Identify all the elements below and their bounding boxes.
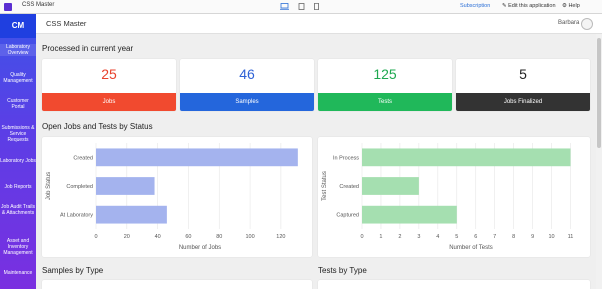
x-tick-label: 8	[512, 234, 515, 240]
sidebar-item-job-reports[interactable]: Job Reports	[0, 184, 36, 190]
x-tick-label: 7	[493, 234, 496, 240]
help-button[interactable]: ⚙ Help	[562, 3, 580, 9]
kpi-card-samples[interactable]: 46 Samples	[180, 59, 314, 111]
y-tick-label: Created	[73, 155, 93, 161]
bar[interactable]	[96, 177, 155, 195]
x-tick-label: 3	[417, 234, 420, 240]
x-tick-label: 4	[436, 234, 439, 240]
y-tick-label: In Process	[333, 155, 359, 161]
sidebar-item-quality-management[interactable]: Quality Management	[0, 72, 36, 84]
kpi-label: Jobs Finalized	[456, 93, 590, 111]
user-name[interactable]: Barbara	[558, 20, 579, 26]
x-tick-label: 9	[531, 234, 534, 240]
kpi-value: 25	[101, 66, 117, 82]
x-tick-label: 20	[124, 234, 130, 240]
kpi-card-jobs-finalized[interactable]: 5 Jobs Finalized	[456, 59, 590, 111]
section-title-processed: Processed in current year	[42, 44, 134, 53]
mobile-view-icon[interactable]	[312, 3, 321, 10]
x-tick-label: 120	[276, 234, 285, 240]
kpi-label: Tests	[318, 93, 452, 111]
subscription-link[interactable]: Subscription	[460, 3, 490, 9]
jobs-status-chart: 0 20 40 60 80 100 120 Created Completed At Labora…	[46, 143, 298, 251]
sidebar-item-asset-inventory[interactable]: Asset and Inventory Management	[0, 238, 36, 256]
section-title-tests-by-type: Tests by Type	[318, 266, 367, 275]
x-tick-label: 0	[94, 234, 97, 240]
section-title-open-jobs: Open Jobs and Tests by Status	[42, 122, 153, 131]
sidebar-item-laboratory-jobs[interactable]: Laboratory Jobs	[0, 158, 36, 164]
vertical-scrollbar[interactable]	[596, 34, 602, 289]
sidebar: CM Laboratory Overview Quality Managemen…	[0, 14, 36, 289]
x-tick-label: 11	[568, 234, 574, 240]
tablet-view-icon[interactable]	[297, 3, 306, 10]
x-tick-label: 80	[216, 234, 222, 240]
kpi-card-jobs[interactable]: 25 Jobs	[42, 59, 176, 111]
sidebar-item-submissions[interactable]: Submissions & Service Requests	[0, 125, 36, 143]
sidebar-item-maintenance[interactable]: Maintenance	[0, 270, 36, 276]
bar[interactable]	[362, 205, 457, 224]
kpi-value: 46	[239, 66, 255, 82]
sidebar-item-customer-portal[interactable]: Customer Portal	[0, 98, 36, 110]
chart-card-jobs: 0 20 40 60 80 100 120 Created Completed At Labora…	[42, 137, 312, 257]
bar[interactable]	[362, 148, 571, 167]
x-tick-label: 60	[185, 234, 191, 240]
app-name: CSS Master	[22, 2, 55, 8]
tests-status-chart: 0 1 2 3 4 5 6 7 8 9 10 11 In Process Created Captured N…	[322, 143, 574, 251]
page-title: CSS Master	[46, 19, 87, 28]
chart-card-tests: 0 1 2 3 4 5 6 7 8 9 10 11 In Process Created Captured N…	[318, 137, 590, 257]
scrollbar-thumb[interactable]	[597, 38, 601, 148]
y-tick-label: Completed	[66, 184, 93, 190]
window-topbar: CSS Master Subscription ✎ Edit this appl…	[0, 0, 602, 14]
y-tick-label: Created	[339, 184, 359, 190]
laptop-view-icon[interactable]	[280, 3, 289, 10]
samples-by-type-card	[42, 280, 312, 289]
x-axis-label: Number of Tests	[449, 245, 493, 251]
x-tick-label: 2	[398, 234, 401, 240]
x-tick-label: 0	[360, 234, 363, 240]
app-icon	[4, 3, 12, 11]
y-tick-label: Captured	[336, 213, 359, 219]
kpi-label: Jobs	[42, 93, 176, 111]
x-axis-label: Number of Jobs	[179, 245, 221, 251]
tests-by-type-card	[318, 280, 590, 289]
kpi-card-tests[interactable]: 125 Tests	[318, 59, 452, 111]
bar[interactable]	[96, 205, 167, 224]
x-tick-label: 5	[455, 234, 458, 240]
kpi-label: Samples	[180, 93, 314, 111]
logo[interactable]: CM	[0, 14, 36, 38]
avatar[interactable]	[581, 18, 593, 30]
x-tick-label: 1	[379, 234, 382, 240]
x-tick-label: 6	[474, 234, 477, 240]
section-title-samples-by-type: Samples by Type	[42, 266, 104, 275]
y-axis-label: Job Status	[46, 172, 52, 200]
bar[interactable]	[362, 177, 419, 195]
sidebar-item-laboratory-overview[interactable]: Laboratory Overview	[0, 44, 36, 56]
y-axis-label: Test Status	[322, 171, 328, 201]
bar[interactable]	[96, 148, 298, 167]
x-tick-label: 10	[549, 234, 555, 240]
x-tick-label: 40	[155, 234, 161, 240]
sidebar-item-job-audit-trails[interactable]: Job Audit Trails & Attachments	[0, 204, 36, 216]
page-header: CSS Master Barbara	[36, 14, 602, 34]
y-tick-label: At Laboratory	[60, 213, 93, 219]
kpi-value: 125	[373, 66, 397, 82]
x-tick-label: 100	[245, 234, 254, 240]
edit-application-button[interactable]: ✎ Edit this application	[502, 3, 556, 9]
kpi-value: 5	[519, 66, 527, 82]
